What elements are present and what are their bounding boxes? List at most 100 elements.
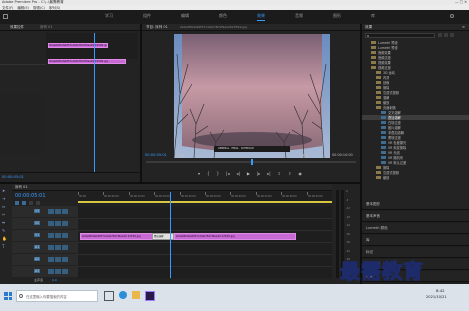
marker-icon[interactable]: ▾ bbox=[198, 171, 200, 176]
eye-icon[interactable] bbox=[62, 221, 68, 226]
track-select-icon[interactable]: ⇥ bbox=[2, 196, 10, 201]
selection-tool-icon[interactable]: ➤ bbox=[2, 188, 10, 193]
sync-icon[interactable] bbox=[55, 221, 61, 226]
step-forward-icon[interactable]: |▸ bbox=[257, 171, 260, 176]
workspace-effects[interactable]: 效果 bbox=[257, 13, 265, 21]
step-back-icon[interactable]: ◂| bbox=[236, 171, 239, 176]
add-marker-icon[interactable] bbox=[29, 201, 33, 205]
track-headers: V3 V2 V1 A1 A2 A3 主声道 0.0 bbox=[12, 206, 78, 282]
effects-search[interactable] bbox=[365, 33, 435, 38]
eye-icon[interactable] bbox=[62, 209, 68, 214]
fit-dropdown[interactable]: 适合 bbox=[178, 153, 185, 158]
track-header[interactable]: A2 bbox=[12, 254, 78, 265]
monitor-scrub-bar[interactable] bbox=[146, 159, 356, 165]
in-point-icon[interactable]: { bbox=[207, 171, 210, 176]
track-header[interactable]: V3 bbox=[12, 206, 78, 217]
source-clip[interactable]: Slide06f2efe6f57xdafe78d1f9ae26 22599.jp… bbox=[48, 43, 108, 48]
edge-icon[interactable] bbox=[119, 291, 127, 299]
sync-icon[interactable] bbox=[55, 269, 61, 274]
eye-icon[interactable] bbox=[62, 269, 68, 274]
search-icon[interactable] bbox=[450, 14, 454, 18]
workspace-color[interactable]: 颜色 bbox=[219, 13, 227, 21]
track-header[interactable]: V1 bbox=[12, 230, 78, 241]
track-name[interactable]: A3 bbox=[34, 269, 41, 273]
eye-icon[interactable] bbox=[62, 257, 68, 262]
accelerated-icon[interactable] bbox=[438, 33, 442, 37]
workspace-assembly[interactable]: 组件 bbox=[143, 13, 151, 21]
ripple-edit-icon[interactable]: ⇔ bbox=[2, 204, 10, 209]
monitor-playhead[interactable] bbox=[251, 159, 253, 165]
razor-tool-icon[interactable]: ✂ bbox=[2, 212, 10, 217]
sync-icon[interactable] bbox=[55, 257, 61, 262]
file-explorer-icon[interactable] bbox=[132, 291, 140, 299]
go-to-out-icon[interactable]: ▸| bbox=[267, 171, 270, 176]
lock-icon[interactable] bbox=[48, 221, 54, 226]
workspace-editing[interactable]: 编辑 bbox=[181, 13, 189, 21]
quality-dropdown[interactable]: 完整 bbox=[302, 153, 309, 158]
source-clip[interactable]: Slide06f2efe6f57xdafe78d1f9ae26 22599.jp… bbox=[48, 59, 126, 64]
export-frame-icon[interactable]: ◉ bbox=[298, 171, 302, 176]
track-header[interactable]: A3 bbox=[12, 266, 78, 277]
go-to-in-icon[interactable]: |◂ bbox=[226, 171, 229, 176]
window-controls[interactable]: — □ ✕ bbox=[447, 0, 467, 4]
lift-icon[interactable]: ⇧ bbox=[278, 171, 281, 176]
source-playhead[interactable] bbox=[94, 33, 95, 173]
home-icon[interactable] bbox=[3, 14, 8, 19]
type-tool-icon[interactable]: T bbox=[2, 244, 10, 249]
sync-icon[interactable] bbox=[55, 209, 61, 214]
pen-tool-icon[interactable]: ✎ bbox=[2, 228, 10, 233]
timeline-clip[interactable]: slide06f2efe6f57xdafe78d1f9ae26 22599.jp… bbox=[174, 233, 296, 240]
windows-start-icon[interactable] bbox=[4, 292, 12, 300]
track-header[interactable]: V2 bbox=[12, 218, 78, 229]
lock-icon[interactable] bbox=[48, 209, 54, 214]
snap-icon[interactable] bbox=[15, 201, 19, 205]
track-header[interactable]: A1 bbox=[12, 242, 78, 253]
yuv-icon[interactable] bbox=[450, 33, 454, 37]
effects-tab[interactable]: 效果 bbox=[365, 25, 372, 30]
lock-icon[interactable] bbox=[48, 269, 54, 274]
master-value[interactable]: 0.0 bbox=[52, 278, 57, 282]
settings-icon[interactable] bbox=[36, 201, 40, 205]
eye-icon[interactable] bbox=[62, 233, 68, 238]
sub-panel[interactable]: 标记 bbox=[362, 247, 469, 258]
sub-panel[interactable]: 基本声音 bbox=[362, 211, 469, 222]
linked-selection-icon[interactable] bbox=[22, 201, 26, 205]
workspace-learn[interactable]: 学习 bbox=[105, 13, 113, 21]
32bit-icon[interactable] bbox=[444, 33, 448, 37]
sub-panel[interactable]: Lumetri 颜色 bbox=[362, 223, 469, 234]
effect-controls-tab[interactable]: 效果控件 bbox=[10, 25, 24, 30]
track-name[interactable]: V2 bbox=[34, 221, 41, 225]
hand-tool-icon[interactable]: ✋ bbox=[2, 236, 10, 241]
timeline-playhead[interactable] bbox=[170, 192, 171, 278]
clock-time[interactable]: 8:42 bbox=[436, 288, 445, 293]
taskbar-search[interactable]: 在这里输入你要搜索的内容 bbox=[16, 290, 98, 302]
extract-icon[interactable]: ⇪ bbox=[288, 171, 291, 176]
timeline-ruler[interactable]: 00:00 00:00:05:00 00:00:10:00 00:00:15:00 00… bbox=[78, 192, 332, 204]
play-icon[interactable]: ▶ bbox=[247, 171, 250, 176]
workspace-graphics[interactable]: 图形 bbox=[333, 13, 341, 21]
track-name[interactable]: A2 bbox=[34, 257, 41, 261]
lock-icon[interactable] bbox=[48, 245, 54, 250]
eye-icon[interactable] bbox=[62, 245, 68, 250]
track-name[interactable]: A1 bbox=[34, 245, 41, 249]
effect-folder[interactable]: 缩放 bbox=[362, 175, 469, 180]
sync-icon[interactable] bbox=[55, 233, 61, 238]
sub-panel[interactable]: 库 bbox=[362, 235, 469, 246]
workspace-audio[interactable]: 音频 bbox=[295, 13, 303, 21]
menu-icon[interactable]: ≡ bbox=[462, 25, 465, 29]
work-area-bar[interactable] bbox=[78, 201, 332, 203]
program-tab[interactable]: 节目: 序列 01 bbox=[146, 25, 168, 30]
lock-icon[interactable] bbox=[48, 257, 54, 262]
out-point-icon[interactable]: } bbox=[217, 171, 220, 176]
premiere-icon[interactable] bbox=[145, 291, 155, 301]
sequence-tab[interactable]: 序列 01 bbox=[15, 185, 28, 190]
track-name[interactable]: V1 bbox=[34, 233, 41, 237]
workspace-libraries[interactable]: 库 bbox=[371, 13, 375, 21]
track-name[interactable]: V3 bbox=[34, 209, 41, 213]
lock-icon[interactable] bbox=[48, 233, 54, 238]
task-view-icon[interactable] bbox=[104, 291, 114, 301]
sync-icon[interactable] bbox=[55, 245, 61, 250]
clock-date[interactable]: 2021/10/21 bbox=[426, 295, 447, 299]
slip-tool-icon[interactable]: ⇹ bbox=[2, 220, 10, 225]
sub-panel[interactable]: 基本图形 bbox=[362, 199, 469, 210]
